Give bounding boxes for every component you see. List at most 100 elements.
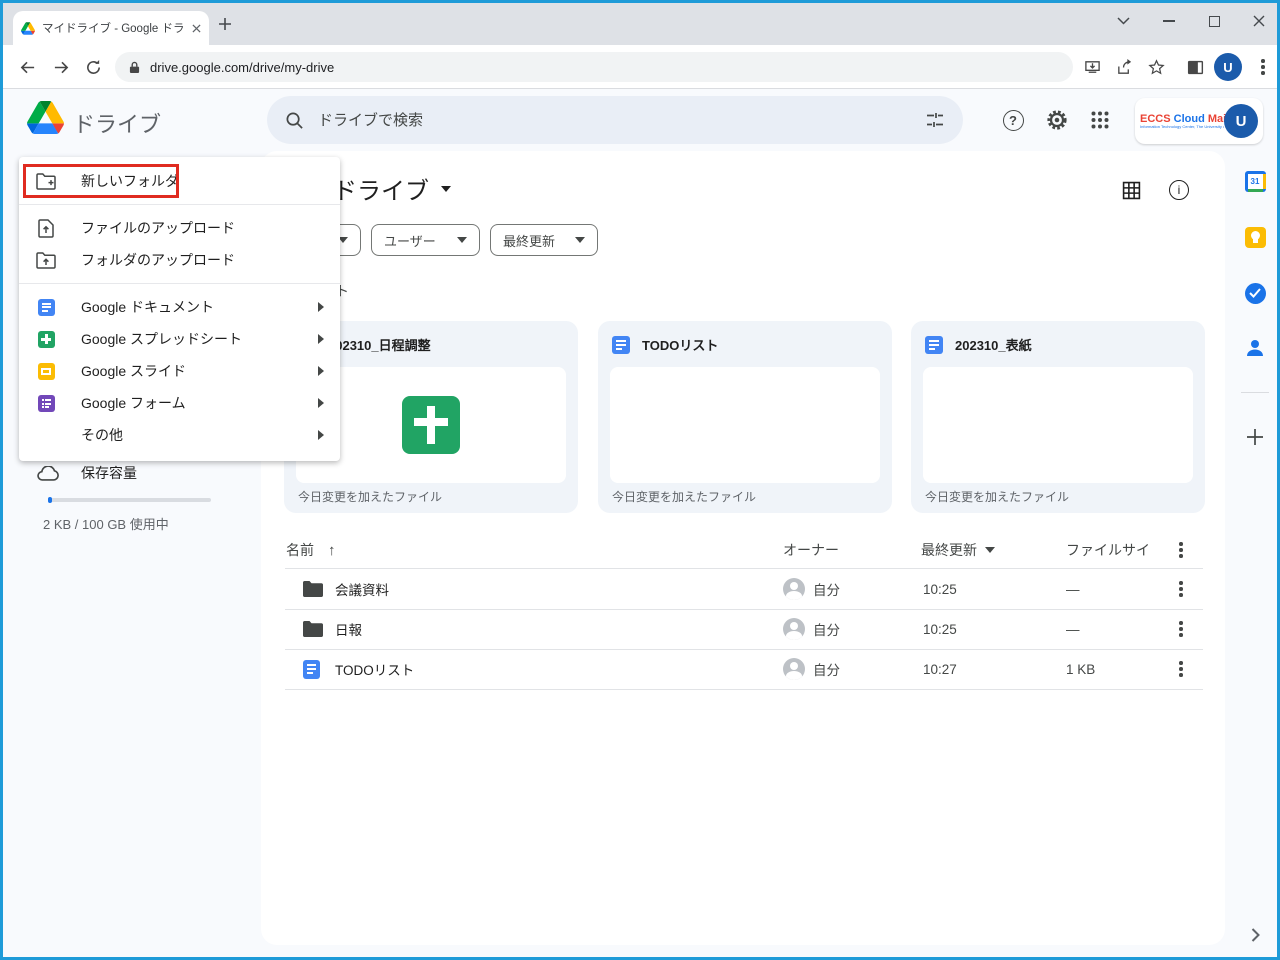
share-icon[interactable]: [1110, 53, 1138, 81]
docs-file-icon: [925, 336, 943, 354]
reload-icon[interactable]: [79, 53, 107, 81]
modified-time: 10:25: [923, 609, 957, 649]
file-size: 1 KB: [1066, 649, 1095, 689]
suggestion-card[interactable]: 202310_表紙 今日変更を加えたファイル: [911, 321, 1205, 513]
column-header-owner[interactable]: オーナー: [783, 539, 839, 561]
browser-avatar-letter: U: [1223, 60, 1232, 75]
column-header-size[interactable]: ファイルサイ: [1066, 539, 1150, 561]
calendar-icon[interactable]: 31: [1243, 169, 1267, 193]
add-side-panel-app-icon[interactable]: [1243, 425, 1267, 449]
contacts-icon[interactable]: [1243, 336, 1267, 360]
eccs-logo-subtitle: Information Technology Center, The Unive…: [1140, 125, 1224, 129]
owner-name: 自分: [813, 649, 840, 689]
menu-item-google-sheets[interactable]: Google スプレッドシート: [19, 323, 340, 355]
drive-favicon-icon: [21, 22, 35, 35]
new-tab-button[interactable]: [217, 16, 233, 32]
column-header-name[interactable]: 名前 ↑: [286, 539, 336, 561]
menu-item-google-forms[interactable]: Google フォーム: [19, 387, 340, 419]
row-more-icon[interactable]: [1179, 649, 1183, 689]
row-more-icon[interactable]: [1179, 569, 1183, 609]
lock-icon: [129, 61, 140, 74]
back-icon[interactable]: [13, 53, 41, 81]
file-row[interactable]: 会議資料 自分 10:25 —: [285, 569, 1203, 609]
browser-tab[interactable]: マイドライブ - Google ドライブ: [13, 11, 209, 45]
column-label: 名前: [286, 540, 314, 560]
apps-grid-icon[interactable]: [1086, 106, 1114, 134]
search-options-tune-icon[interactable]: [925, 110, 945, 130]
search-input[interactable]: [318, 112, 911, 129]
file-name: 日報: [335, 609, 362, 649]
settings-gear-icon[interactable]: [1043, 106, 1071, 134]
suggestion-card[interactable]: TODOリスト 今日変更を加えたファイル: [598, 321, 892, 513]
minimize-button[interactable]: [1147, 3, 1191, 39]
drive-logo-icon[interactable]: [27, 101, 64, 134]
forward-icon[interactable]: [47, 53, 75, 81]
url-bar[interactable]: drive.google.com/drive/my-drive: [115, 52, 1073, 82]
file-row[interactable]: TODOリスト 自分 10:27 1 KB: [285, 649, 1203, 689]
slides-icon: [35, 363, 57, 380]
menu-item-label: その他: [81, 425, 318, 445]
column-label: オーナー: [783, 540, 839, 560]
drive-account-avatar[interactable]: U: [1224, 104, 1258, 138]
annotation-highlight-box: [23, 164, 179, 198]
column-label: ファイルサイ: [1066, 540, 1150, 560]
submenu-arrow-icon: [318, 430, 324, 440]
sort-ascending-icon: ↑: [328, 542, 336, 559]
grid-view-icon[interactable]: [1117, 176, 1145, 204]
hide-side-panel-chevron-icon[interactable]: [1243, 923, 1267, 947]
tasks-icon[interactable]: [1243, 281, 1267, 305]
menu-item-google-slides[interactable]: Google スライド: [19, 355, 340, 387]
eccs-logo-part1: ECCS: [1140, 113, 1171, 125]
sheets-logo-icon: [402, 396, 460, 454]
filter-chip-user[interactable]: ユーザー: [371, 224, 480, 256]
modified-time: 10:25: [923, 569, 957, 609]
browser-menu-icon[interactable]: [1249, 53, 1277, 81]
row-more-icon[interactable]: [1179, 609, 1183, 649]
bookmark-star-icon[interactable]: [1142, 53, 1170, 81]
menu-item-label: Google スプレッドシート: [81, 329, 318, 349]
menu-item-file-upload[interactable]: ファイルのアップロード: [19, 212, 340, 244]
side-panel-icon[interactable]: [1181, 53, 1209, 81]
info-icon[interactable]: i: [1165, 176, 1193, 204]
title-dropdown-icon: [441, 186, 451, 192]
menu-item-more[interactable]: その他: [19, 419, 340, 451]
new-menu: 新しいフォルダ ファイルのアップロード フォルダのアップロード: [19, 157, 340, 461]
keep-icon[interactable]: [1243, 225, 1267, 249]
column-header-modified[interactable]: 最終更新: [921, 539, 995, 561]
chip-label: ユーザー: [384, 231, 436, 250]
rail-divider: [1241, 392, 1269, 393]
file-row[interactable]: 日報 自分 10:25 —: [285, 609, 1203, 649]
owner-name: 自分: [813, 569, 840, 609]
browser-profile-avatar[interactable]: U: [1214, 53, 1242, 81]
file-name: TODOリスト: [335, 649, 414, 689]
column-header-more-icon[interactable]: [1179, 539, 1183, 561]
menu-item-google-docs[interactable]: Google ドキュメント: [19, 291, 340, 323]
filter-chip-modified[interactable]: 最終更新: [490, 224, 598, 256]
storage-usage-text: 2 KB / 100 GB 使用中: [43, 514, 169, 533]
modified-time: 10:27: [923, 649, 957, 689]
title-bar: マイドライブ - Google ドライブ: [3, 3, 1277, 45]
menu-item-label: Google フォーム: [81, 393, 318, 413]
card-title: TODOリスト: [642, 335, 718, 354]
tab-search-icon[interactable]: [1101, 3, 1145, 39]
card-title: 202310_表紙: [955, 335, 1032, 354]
menu-item-label: ファイルのアップロード: [81, 218, 324, 238]
sheets-icon: [35, 331, 57, 348]
maximize-button[interactable]: [1192, 3, 1236, 39]
install-icon[interactable]: [1078, 53, 1106, 81]
docs-file-icon: [612, 336, 630, 354]
folder-icon: [303, 569, 323, 609]
account-pill[interactable]: ECCS Cloud Mail Information Technology C…: [1135, 98, 1263, 144]
forms-icon: [35, 395, 57, 412]
card-caption: 今日変更を加えたファイル: [612, 488, 756, 505]
menu-item-folder-upload[interactable]: フォルダのアップロード: [19, 244, 340, 276]
sidebar-item-storage[interactable]: 保存容量: [37, 463, 137, 483]
folder-upload-icon: [35, 252, 57, 269]
menu-separator: [19, 283, 340, 284]
tab-close-icon[interactable]: [192, 24, 201, 33]
help-icon[interactable]: ?: [999, 106, 1027, 134]
tab-title: マイドライブ - Google ドライブ: [42, 20, 185, 36]
close-button[interactable]: [1237, 3, 1280, 39]
drive-search-bar[interactable]: [267, 96, 963, 144]
menu-item-new-folder[interactable]: 新しいフォルダ: [19, 165, 340, 197]
